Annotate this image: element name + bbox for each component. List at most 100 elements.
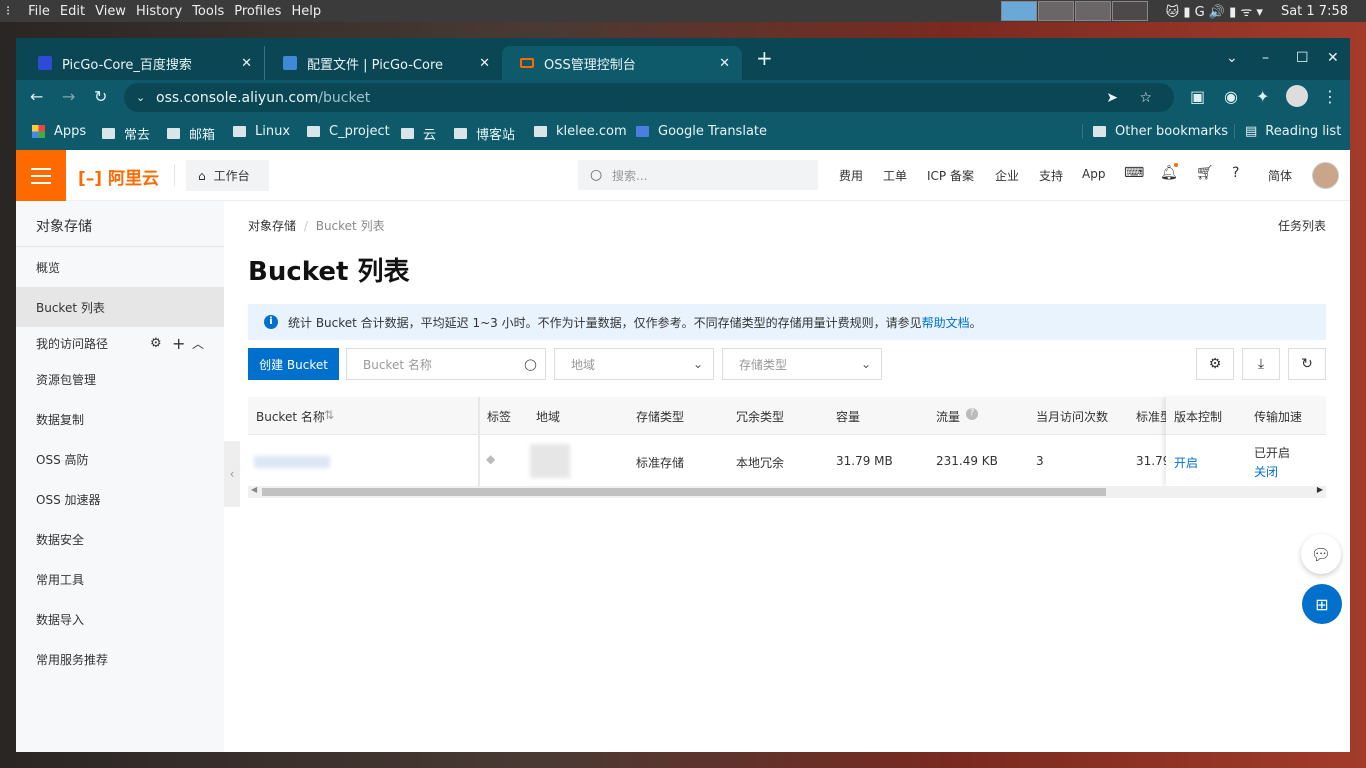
settings-button[interactable]: ⚙ [1196, 348, 1234, 380]
menu-file[interactable]: File [28, 4, 50, 19]
sidebar-item-tools[interactable]: 常用工具 [16, 559, 224, 599]
tab-baidu[interactable]: PicGo-Core_百度搜索 ✕ [20, 46, 264, 80]
plus-icon[interactable]: + [172, 334, 185, 353]
acceleration-toggle-link[interactable]: 关闭 [1254, 463, 1278, 480]
sidebar-item-accelerator[interactable]: OSS 加速器 [16, 479, 224, 519]
menu-history[interactable]: History [136, 4, 182, 19]
sidebar-item-import[interactable]: 数据导入 [16, 599, 224, 639]
task-list-link[interactable]: 任务列表 [1278, 217, 1326, 234]
tag-icon[interactable]: ◆ [486, 452, 495, 466]
collapse-sidebar-handle[interactable]: ‹ [224, 441, 240, 507]
tab-picgo-config[interactable]: 配置文件 | PicGo-Core ✕ [264, 46, 502, 80]
chat-button[interactable]: 💬︎ [1301, 534, 1341, 574]
gear-icon[interactable]: ⚙ [150, 336, 162, 351]
nav-icp[interactable]: ICP 备案 [927, 167, 974, 184]
bookmark-folder[interactable]: 云 [401, 124, 436, 143]
bookmark-folder[interactable]: 邮箱 [167, 124, 215, 143]
bell-icon[interactable]: 🔔︎ [1160, 165, 1178, 181]
help-icon[interactable]: ? [966, 408, 978, 420]
cart-icon[interactable]: 🛒︎ [1196, 165, 1214, 181]
other-bookmarks[interactable]: Other bookmarks [1082, 124, 1228, 139]
forward-icon[interactable]: → [62, 87, 75, 106]
sidebar-item-anti-ddos[interactable]: OSS 高防 [16, 439, 224, 479]
sort-icon[interactable]: ⇅ [324, 408, 334, 422]
minimize-button[interactable]: – [1262, 50, 1269, 66]
extension-owl-icon[interactable]: ◉ [1224, 87, 1238, 106]
nav-enterprise[interactable]: 企业 [995, 167, 1019, 184]
bookmark-folder[interactable]: 常去 [102, 124, 150, 143]
workspace-2[interactable] [1037, 1, 1074, 21]
menu-button[interactable] [16, 150, 66, 201]
workspace-1[interactable] [1000, 1, 1037, 21]
workspace-switcher[interactable] [1000, 1, 1148, 21]
bookmark-folder[interactable]: 博客站 [454, 124, 515, 143]
language-switch[interactable]: 简体 [1268, 167, 1292, 184]
close-window-button[interactable]: ✕ [1327, 50, 1339, 66]
maximize-button[interactable]: ☐ [1296, 50, 1309, 66]
nav-billing[interactable]: 费用 [839, 167, 863, 184]
nav-support[interactable]: 支持 [1039, 167, 1063, 184]
close-tab-icon[interactable]: ✕ [719, 56, 730, 71]
apps-button[interactable]: ⊞ [1302, 584, 1342, 624]
tab-search-icon[interactable]: ⌄ [1226, 50, 1238, 66]
region-select[interactable]: 地域 ⌄ [554, 348, 714, 380]
star-icon[interactable]: ☆ [1139, 90, 1152, 106]
new-tab-button[interactable]: + [756, 46, 773, 70]
sidebar-item-security[interactable]: 数据安全 [16, 519, 224, 559]
horizontal-scrollbar[interactable]: ◀ ▶ [248, 485, 1326, 498]
puzzle-icon[interactable]: ✦ [1256, 87, 1269, 106]
reload-icon[interactable]: ↻ [94, 87, 107, 106]
extension-icon[interactable]: ▣ [1190, 87, 1205, 106]
workspace-3[interactable] [1074, 1, 1111, 21]
create-bucket-button[interactable]: 创建 Bucket [248, 348, 339, 380]
bucket-name-input[interactable]: Bucket 名称 ○ [346, 348, 546, 380]
help-doc-link[interactable]: 帮助文档 [922, 314, 970, 331]
close-tab-icon[interactable]: ✕ [479, 56, 490, 71]
bucket-name-link[interactable] [254, 456, 330, 468]
search-input[interactable]: ○ 搜索... [578, 160, 818, 190]
versioning-link[interactable]: 开启 [1174, 454, 1198, 471]
close-tab-icon[interactable]: ✕ [241, 56, 252, 71]
bookmark-folder[interactable]: Linux [233, 124, 290, 139]
nav-app[interactable]: App [1082, 167, 1105, 181]
menu-tools[interactable]: Tools [192, 4, 224, 19]
workbench-button[interactable]: ⌂ 工作台 [186, 160, 269, 191]
sidebar-item-access-paths[interactable]: 我的访问路径 ⚙ + ︿ [16, 327, 224, 359]
bookmark-folder[interactable]: C_project [307, 124, 390, 139]
search-icon[interactable]: ○ [524, 355, 537, 373]
menu-help[interactable]: Help [291, 4, 321, 19]
terminal-icon[interactable]: ⌨ [1124, 165, 1144, 181]
menu-edit[interactable]: Edit [60, 4, 85, 19]
menu-view[interactable]: View [95, 4, 126, 19]
apps-icon[interactable]: ⁝ [6, 4, 10, 19]
bookmark-apps[interactable]: Apps [32, 124, 86, 139]
download-button[interactable]: ⤓ [1242, 348, 1280, 380]
tab-oss-console[interactable]: OSS管理控制台 ✕ [502, 46, 742, 80]
address-bar[interactable]: ⌄ oss.console.aliyun.com/bucket ☆ ➤ [124, 83, 1174, 112]
refresh-button[interactable]: ↻ [1288, 348, 1326, 380]
sidebar-item-overview[interactable]: 概览 [16, 247, 224, 287]
sidebar-item-packages[interactable]: 资源包管理 [16, 359, 224, 399]
profile-avatar[interactable] [1286, 85, 1308, 107]
bookmark-google-translate[interactable]: Google Translate [636, 124, 767, 139]
send-icon[interactable]: ➤ [1106, 90, 1118, 106]
scrollbar-thumb[interactable] [262, 488, 1106, 496]
clock[interactable]: Sat 1 7:58 [1281, 4, 1348, 19]
help-icon[interactable]: ? [1232, 165, 1239, 181]
breadcrumb-oss[interactable]: 对象存储 [248, 219, 296, 233]
more-icon[interactable]: ⋮ [1322, 87, 1338, 106]
sidebar-item-recommend[interactable]: 常用服务推荐 [16, 639, 224, 679]
back-icon[interactable]: ← [30, 87, 43, 106]
menu-profiles[interactable]: Profiles [234, 4, 281, 19]
sidebar-item-replication[interactable]: 数据复制 [16, 399, 224, 439]
col-bucket-name[interactable]: Bucket 名称 [256, 408, 325, 425]
storage-type-select[interactable]: 存储类型 ⌄ [722, 348, 882, 380]
aliyun-logo[interactable]: [–] 阿里云 [78, 164, 159, 189]
sidebar-item-bucket-list[interactable]: Bucket 列表 [16, 287, 224, 327]
user-avatar[interactable] [1312, 162, 1339, 189]
bookmark-folder[interactable]: klelee.com [534, 124, 627, 139]
nav-tickets[interactable]: 工单 [883, 167, 907, 184]
reading-list[interactable]: ▤ Reading list [1234, 124, 1341, 139]
tray-icons[interactable]: 🐱 ▮ G 🔊 ▮ ᯤ ▾ [1166, 2, 1263, 20]
workspace-4[interactable] [1111, 1, 1148, 21]
